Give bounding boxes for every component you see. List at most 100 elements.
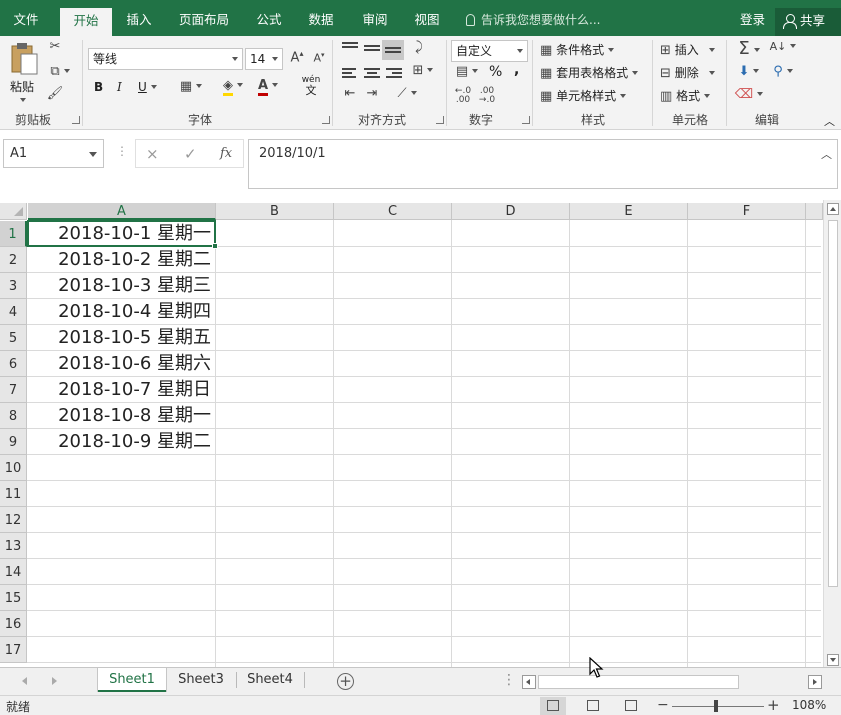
clear-icon[interactable]: ⌫: [734, 87, 764, 102]
row-header-15[interactable]: 15: [0, 585, 27, 611]
cell-a2[interactable]: 2018-10-2 星期二: [28, 247, 215, 272]
row-header-5[interactable]: 5: [0, 325, 27, 351]
alignment-launcher-icon[interactable]: [436, 116, 444, 124]
scroll-left-icon[interactable]: [522, 675, 536, 689]
row-header-2[interactable]: 2: [0, 247, 27, 273]
row-header-11[interactable]: 11: [0, 481, 27, 507]
zoom-level[interactable]: 108%: [792, 698, 826, 712]
cell-a5[interactable]: 2018-10-5 星期五: [28, 325, 215, 350]
scroll-right-icon[interactable]: [808, 675, 822, 689]
tab-formulas[interactable]: 公式: [246, 0, 292, 36]
format-as-table-button[interactable]: ▦ 套用表格格式: [540, 64, 639, 81]
row-header-6[interactable]: 6: [0, 351, 27, 377]
decrease-indent-icon[interactable]: ⇤: [340, 86, 360, 101]
row-header-1[interactable]: 1: [0, 221, 27, 247]
underline-button[interactable]: U: [138, 80, 157, 94]
borders-icon[interactable]: ▦: [178, 79, 204, 94]
font-size-select[interactable]: 14: [245, 48, 283, 70]
column-header-b[interactable]: B: [216, 203, 334, 220]
normal-view-button[interactable]: [540, 697, 566, 715]
row-header-16[interactable]: 16: [0, 611, 27, 637]
tab-file[interactable]: 文件: [0, 0, 52, 36]
increase-indent-icon[interactable]: ⇥: [362, 86, 382, 101]
row-header-9[interactable]: 9: [0, 429, 27, 455]
column-header-c[interactable]: C: [334, 203, 452, 220]
orientation-icon[interactable]: ⤸: [410, 40, 428, 55]
sum-icon[interactable]: Σ: [734, 38, 764, 59]
shrink-font-icon[interactable]: A▾: [311, 51, 327, 65]
fill-handle[interactable]: [212, 243, 218, 249]
copy-icon[interactable]: ⧉: [46, 64, 74, 82]
tab-page-layout[interactable]: 页面布局: [170, 0, 238, 36]
align-top-icon[interactable]: [342, 42, 358, 54]
horizontal-scroll-thumb[interactable]: [538, 675, 739, 689]
format-cells-button[interactable]: ▥ 格式: [660, 87, 711, 104]
formula-input[interactable]: 2018/10/1 ︿: [248, 139, 838, 189]
expand-formula-bar-icon[interactable]: ︿: [821, 146, 832, 162]
align-bottom-button[interactable]: [382, 40, 404, 60]
italic-button[interactable]: I: [117, 80, 122, 94]
column-header-d[interactable]: D: [452, 203, 570, 220]
row-header-7[interactable]: 7: [0, 377, 27, 403]
format-painter-icon[interactable]: 🖌: [46, 86, 64, 104]
share-button[interactable]: 共享: [775, 8, 841, 36]
zoom-slider-knob[interactable]: [714, 700, 718, 712]
align-middle-icon[interactable]: [364, 45, 380, 57]
zoom-slider-track[interactable]: [672, 706, 764, 707]
align-center-icon[interactable]: [364, 68, 380, 80]
row-header-10[interactable]: 10: [0, 455, 27, 481]
clipboard-launcher-icon[interactable]: [72, 116, 80, 124]
insert-function-icon[interactable]: fx: [220, 146, 232, 161]
column-header-partial[interactable]: [806, 203, 823, 220]
tab-insert[interactable]: 插入: [114, 0, 164, 36]
paste-button[interactable]: 粘贴: [6, 40, 42, 104]
vertical-scroll-thumb[interactable]: [828, 220, 838, 587]
number-launcher-icon[interactable]: [522, 116, 530, 124]
horizontal-scrollbar[interactable]: [522, 674, 822, 690]
worksheet-grid[interactable]: A B C D E F 1 2 3 4 5 6 7 8 9 10 11 12 13 14 15 16 17 20…: [0, 200, 841, 667]
row-header-13[interactable]: 13: [0, 533, 27, 559]
row-header-17[interactable]: 17: [0, 637, 27, 663]
tell-me-search[interactable]: 告诉我您想要做什么...: [466, 0, 600, 36]
sheet-tab-sheet1[interactable]: Sheet1: [98, 668, 166, 692]
align-left-icon[interactable]: [342, 68, 358, 80]
select-all-button[interactable]: [0, 203, 27, 220]
tab-view[interactable]: 视图: [404, 0, 450, 36]
align-right-icon[interactable]: [386, 68, 402, 80]
tab-review[interactable]: 审阅: [352, 0, 398, 36]
percent-style-button[interactable]: %: [489, 64, 502, 80]
accounting-format-icon[interactable]: ▤: [452, 64, 482, 79]
vertical-scrollbar[interactable]: [823, 200, 841, 667]
page-break-view-button[interactable]: [618, 697, 644, 715]
phonetic-button[interactable]: wén 文: [299, 76, 323, 97]
column-header-f[interactable]: F: [688, 203, 806, 220]
cell-a4[interactable]: 2018-10-4 星期四: [28, 299, 215, 324]
column-header-a[interactable]: A: [28, 203, 216, 220]
row-header-12[interactable]: 12: [0, 507, 27, 533]
fill-icon[interactable]: ⬇: [734, 64, 764, 79]
name-box[interactable]: A1: [3, 139, 104, 168]
cut-icon[interactable]: ✂: [46, 39, 64, 57]
column-header-e[interactable]: E: [570, 203, 688, 220]
fill-color-icon[interactable]: ◈: [220, 78, 246, 96]
increase-decimal-icon[interactable]: ←.0.00: [453, 87, 473, 105]
decrease-decimal-icon[interactable]: .00 →.0: [477, 87, 497, 105]
font-launcher-icon[interactable]: [322, 116, 330, 124]
delete-cells-button[interactable]: ⊟ 删除: [660, 64, 715, 81]
insert-cells-button[interactable]: ⊞ 插入: [660, 41, 715, 58]
find-icon[interactable]: ⚲: [768, 64, 798, 79]
collapse-ribbon-icon[interactable]: ︿: [824, 113, 835, 129]
cell-a3[interactable]: 2018-10-3 星期三: [28, 273, 215, 298]
comma-style-button[interactable]: ,: [514, 62, 519, 78]
cell-a7[interactable]: 2018-10-7 星期日: [28, 377, 215, 402]
cell-styles-button[interactable]: ▦ 单元格样式: [540, 87, 627, 104]
cell-a9[interactable]: 2018-10-9 星期二: [28, 429, 215, 454]
zoom-out-button[interactable]: −: [657, 697, 669, 713]
login-link[interactable]: 登录: [740, 0, 765, 36]
text-direction-icon[interactable]: ⟋: [392, 86, 422, 101]
scroll-down-icon[interactable]: [827, 654, 839, 666]
tab-data[interactable]: 数据: [298, 0, 344, 36]
next-sheet-icon[interactable]: [52, 677, 57, 685]
font-name-select[interactable]: 等线: [88, 48, 243, 70]
cell-a8[interactable]: 2018-10-8 星期一: [28, 403, 215, 428]
